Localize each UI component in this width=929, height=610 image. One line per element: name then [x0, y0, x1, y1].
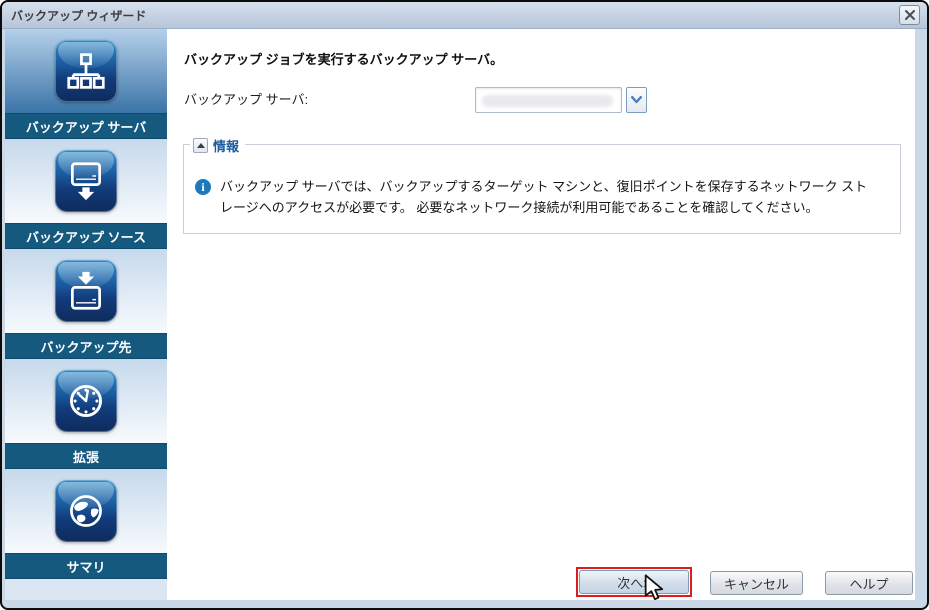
info-groupbox-legend: 情報 [190, 136, 246, 155]
info-groupbox: 情報 i バックアップ サーバでは、バックアップするターゲット マシンと、復旧ポ… [183, 136, 901, 234]
backup-wizard-dialog: バックアップ ウィザード バックアップ サーバ バックアップ ソース バックアッ… [0, 0, 929, 610]
next-button[interactable]: 次へ> [579, 570, 689, 594]
wizard-steps-sidebar: バックアップ サーバ バックアップ ソース バックアップ先 拡張 サマリ [5, 29, 167, 600]
info-message: i バックアップ サーバでは、バックアップするターゲット マシンと、復旧ポイント… [184, 145, 900, 219]
globe-icon [55, 480, 117, 542]
backup-server-combobox[interactable] [475, 87, 647, 113]
wizard-page-backup-server: バックアップ ジョブを実行するバックアップ サーバ。 バックアップ サーバ: 情… [167, 29, 915, 600]
step-backup-source: バックアップ ソース [5, 139, 167, 249]
step-backup-source-label: バックアップ ソース [5, 223, 167, 249]
cancel-button[interactable]: キャンセル [710, 571, 803, 595]
dialog-title: バックアップ ウィザード [11, 8, 147, 23]
info-icon: i [195, 179, 211, 195]
step-backup-destination: バックアップ先 [5, 249, 167, 359]
step-summary: サマリ [5, 469, 167, 579]
close-icon [904, 10, 915, 20]
step-summary-icon-area [5, 469, 167, 553]
step-backup-destination-label: バックアップ先 [5, 333, 167, 359]
step-backup-server: バックアップ サーバ [5, 29, 167, 139]
step-advanced-label: 拡張 [5, 443, 167, 469]
step-backup-server-label: バックアップ サーバ [5, 113, 167, 139]
network-tree-icon [55, 40, 117, 102]
disk-export-icon [55, 150, 117, 212]
info-text: バックアップ サーバでは、バックアップするターゲット マシンと、復旧ポイントを保… [220, 179, 868, 215]
annotation-highlight-red-box: 次へ> [576, 567, 692, 597]
chevron-down-icon [631, 96, 642, 104]
step-advanced-icon-area [5, 359, 167, 443]
disk-import-icon [55, 260, 117, 322]
step-advanced: 拡張 [5, 359, 167, 469]
help-button[interactable]: ヘルプ [825, 571, 913, 595]
page-title: バックアップ ジョブを実行するバックアップ サーバ。 [184, 52, 504, 67]
step-backup-server-icon-area [5, 29, 167, 113]
backup-server-select-value[interactable] [475, 87, 622, 113]
collapse-toggle-button[interactable] [193, 138, 208, 153]
close-button[interactable] [899, 5, 920, 25]
step-backup-source-icon-area [5, 139, 167, 223]
triangle-up-icon [196, 143, 205, 148]
step-summary-label: サマリ [5, 553, 167, 579]
backup-server-label: バックアップ サーバ: [184, 92, 309, 107]
info-legend-text: 情報 [213, 139, 240, 154]
dialog-titlebar: バックアップ ウィザード [2, 2, 927, 29]
step-backup-destination-icon-area [5, 249, 167, 333]
clock-icon [55, 370, 117, 432]
combobox-dropdown-button[interactable] [626, 87, 647, 113]
dialog-body: バックアップ サーバ バックアップ ソース バックアップ先 拡張 サマリ バック… [5, 29, 915, 600]
redacted-server-name [482, 95, 613, 107]
